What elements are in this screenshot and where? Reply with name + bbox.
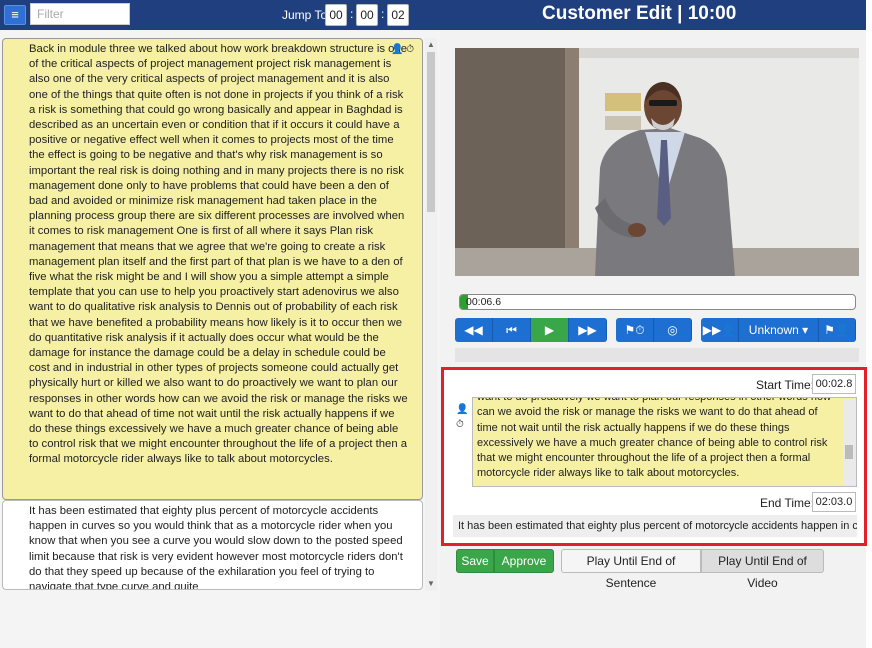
- time-separator: :: [381, 7, 385, 21]
- speaker-icon[interactable]: 👤: [391, 44, 403, 55]
- scroll-down-icon[interactable]: ▼: [426, 579, 436, 589]
- transcript-segment-active[interactable]: 👤 ⏱ Back in module three we talked about…: [2, 38, 423, 500]
- segment-text[interactable]: It has been estimated that eighty plus p…: [29, 504, 408, 589]
- speaker-controls: ▶▶👤 Unknown ▾ ⚑👤: [701, 318, 856, 342]
- assign-speaker-button[interactable]: ⚑👤: [819, 318, 856, 342]
- end-time-field[interactable]: 02:03.0: [812, 492, 856, 512]
- forward-button[interactable]: ▶▶: [569, 318, 607, 342]
- rewind-button[interactable]: ◀◀: [455, 318, 493, 342]
- jump-to-label: Jump To:: [282, 8, 331, 22]
- playback-progress[interactable]: 00:06.6: [459, 294, 856, 310]
- segment-icons: 👤 ⏱: [391, 42, 414, 57]
- editor-scroll-thumb[interactable]: [845, 445, 853, 459]
- transport-controls: ◀◀ ⏮ ▶ ▶▶: [455, 318, 607, 342]
- approve-button[interactable]: Approve: [494, 549, 554, 573]
- start-time-label: Start Time:: [756, 378, 815, 392]
- play-until-video-button[interactable]: Play Until End of Video: [701, 549, 824, 590]
- time-separator: :: [350, 7, 354, 21]
- sync-button[interactable]: ◎: [654, 318, 692, 342]
- play-until-sentence-button[interactable]: Play Until End of Sentence: [561, 549, 701, 590]
- video-frame: [455, 48, 859, 276]
- page-title: Customer Edit | 10:00: [542, 3, 737, 24]
- transcript-segment[interactable]: It has been estimated that eighty plus p…: [2, 500, 423, 590]
- editor-scrollbar[interactable]: [843, 399, 855, 485]
- next-segment-preview[interactable]: It has been estimated that eighty plus p…: [453, 515, 857, 537]
- start-time-field[interactable]: 00:02.8: [812, 374, 856, 394]
- play-button[interactable]: ▶: [531, 318, 569, 342]
- menu-icon[interactable]: ≡: [4, 5, 26, 25]
- set-start-time-button[interactable]: ⚑⏱: [616, 318, 654, 342]
- clock-icon[interactable]: ⏱: [406, 44, 414, 55]
- scroll-thumb[interactable]: [427, 52, 435, 212]
- speaker-dropdown[interactable]: Unknown ▾: [739, 318, 819, 342]
- filter-input[interactable]: [30, 3, 130, 25]
- jump-minutes-input[interactable]: 00: [356, 4, 378, 26]
- save-button[interactable]: Save: [456, 549, 494, 573]
- app: ≡ Jump To: 00 : 00 : 02 Customer Edit | …: [0, 0, 872, 648]
- scroll-up-icon[interactable]: ▲: [426, 40, 436, 50]
- video-player[interactable]: [455, 48, 859, 276]
- segment-text[interactable]: Back in module three we talked about how…: [29, 42, 408, 468]
- editor-text[interactable]: want to do proactively we want to plan o…: [477, 398, 836, 482]
- end-time-label: End Time:: [760, 496, 815, 510]
- transcript-scrollbar[interactable]: ▲ ▼: [425, 38, 437, 591]
- progress-time: 00:06.6: [466, 296, 502, 308]
- editor-icons: 👤 ⏱: [456, 402, 468, 432]
- previous-button[interactable]: ⏮: [493, 318, 531, 342]
- clock-icon[interactable]: ⏱: [456, 417, 468, 432]
- jump-seconds-input[interactable]: 02: [387, 4, 409, 26]
- speaker-icon[interactable]: 👤: [456, 402, 468, 417]
- divider-bar: [455, 348, 859, 362]
- marker-controls: ⚑⏱ ◎: [616, 318, 692, 342]
- top-bar: ≡ Jump To: 00 : 00 : 02 Customer Edit | …: [0, 0, 866, 30]
- segment-text-editor[interactable]: want to do proactively we want to plan o…: [472, 397, 857, 487]
- next-speaker-button[interactable]: ▶▶👤: [701, 318, 739, 342]
- jump-hours-input[interactable]: 00: [325, 4, 347, 26]
